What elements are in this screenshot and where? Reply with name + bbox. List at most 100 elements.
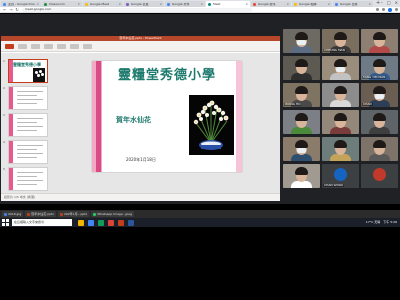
- download-filename: 2018.jpg: [8, 211, 22, 216]
- tab-close-icon[interactable]: ×: [200, 2, 203, 6]
- participant-body: [369, 127, 390, 134]
- powerpoint-window-title: 賀年水仙花.pptx - PowerPoint: [119, 36, 162, 40]
- participant-tile[interactable]: [361, 137, 398, 161]
- participant-tile[interactable]: [322, 110, 359, 134]
- tab-favicon-icon: [335, 2, 338, 6]
- thumbnail-number: 1: [3, 59, 5, 63]
- thumbnail-text-line: [17, 180, 43, 181]
- taskbar-app-icon[interactable]: [98, 219, 104, 226]
- tab-favicon-icon: [85, 2, 88, 6]
- taskbar-app-icon[interactable]: [78, 219, 84, 226]
- url-text: meet.google.com: [25, 7, 52, 11]
- slide-thumbnail[interactable]: [8, 140, 48, 164]
- shared-screen: 賀年水仙花.pptx - PowerPoint 1 靈糧堂秀德小學 2 3 4 5 靈糧堂…: [1, 36, 280, 201]
- participant-tile[interactable]: [361, 164, 398, 188]
- minimize-icon[interactable]: –: [381, 1, 383, 5]
- participant-tile[interactable]: CHAN WOOK: [322, 164, 359, 188]
- tab-title: Google 搜尋: [258, 2, 276, 6]
- file-type-icon: [27, 212, 31, 216]
- toolbar-icons: [376, 7, 398, 12]
- participant-hair: [334, 59, 347, 67]
- menu-icon[interactable]: [395, 8, 398, 11]
- close-window-icon[interactable]: ×: [395, 1, 398, 5]
- participant-name: CHAN WOOK: [323, 183, 345, 187]
- thumbnail-number: 3: [3, 113, 5, 117]
- participant-tile[interactable]: [283, 56, 320, 80]
- participant-body: [330, 154, 351, 161]
- start-icon[interactable]: [2, 219, 9, 226]
- participant-tile[interactable]: [322, 137, 359, 161]
- bookmark-icon[interactable]: [382, 8, 385, 11]
- tab-favicon-icon: [294, 2, 297, 6]
- participant-tile[interactable]: TANG YIM MAN: [361, 56, 398, 80]
- participant-tile[interactable]: [283, 137, 320, 161]
- taskbar-app-icon[interactable]: [118, 219, 124, 226]
- tab-close-icon[interactable]: ×: [245, 2, 248, 6]
- participant-hair: [295, 32, 308, 40]
- thumbnail-number: 5: [3, 167, 5, 171]
- tab-close-icon[interactable]: ×: [368, 2, 371, 6]
- participant-hair: [295, 86, 308, 94]
- tab-close-icon[interactable]: ×: [159, 2, 162, 6]
- tab-close-icon[interactable]: ×: [77, 2, 80, 6]
- participant-hair: [373, 59, 386, 67]
- participant-body: [291, 46, 312, 53]
- participant-tile[interactable]: WONG HO: [283, 83, 320, 107]
- download-item[interactable]: Whatsapp Image...jpeg: [91, 211, 135, 217]
- tab-close-icon[interactable]: ×: [118, 2, 121, 6]
- participant-tile[interactable]: [283, 110, 320, 134]
- new-tab-icon[interactable]: +: [376, 1, 380, 6]
- ribbon-tab: [31, 43, 40, 49]
- participant-body: [291, 127, 312, 134]
- slide-thumbnail-pane: 1 靈糧堂秀德小學 2 3 4 5: [3, 55, 50, 191]
- download-item[interactable]: 202年1月...pptx: [57, 211, 90, 217]
- participant-tile[interactable]: [361, 29, 398, 53]
- url-input[interactable]: meet.google.com: [22, 7, 252, 12]
- slide-thumbnail[interactable]: [8, 113, 48, 137]
- participant-name: TANG YIM MAN: [362, 75, 387, 79]
- tab-close-icon[interactable]: ×: [286, 2, 289, 6]
- participant-tile[interactable]: [322, 83, 359, 107]
- participant-hair: [295, 140, 308, 148]
- powerpoint-statusbar: 投影片 1/5 中文 (香港): [1, 193, 280, 201]
- participant-hair: [334, 32, 347, 40]
- participant-hair: [295, 113, 308, 121]
- tab-favicon-icon: [253, 2, 256, 6]
- download-item[interactable]: 2018.jpg: [2, 211, 24, 217]
- face-mask: [336, 67, 345, 72]
- letterbox-bottom: [0, 227, 400, 300]
- participant-body: [369, 46, 390, 53]
- thumbnail-decoration: [9, 141, 13, 163]
- participant-tile[interactable]: [361, 110, 398, 134]
- taskbar-search-input[interactable]: 在這裡輸入文字來搜尋: [12, 219, 72, 226]
- participant-body: [291, 154, 312, 161]
- participant-tile[interactable]: [322, 56, 359, 80]
- taskbar-app-icon[interactable]: [108, 219, 114, 226]
- tab-close-icon[interactable]: ×: [36, 2, 39, 6]
- thumbnail-text-line: [17, 145, 43, 146]
- tab-favicon-icon: [44, 2, 47, 6]
- slide-thumbnail[interactable]: 靈糧堂秀德小學: [8, 59, 48, 83]
- participant-avatar: [334, 168, 347, 181]
- tab-title: Google 相簿: [299, 2, 317, 6]
- reload-icon[interactable]: ↻: [14, 7, 20, 12]
- maximize-icon[interactable]: □: [387, 1, 391, 5]
- ribbon-tab: [83, 43, 92, 49]
- extension-icon[interactable]: [376, 8, 379, 11]
- tab-close-icon[interactable]: ×: [327, 2, 330, 6]
- taskbar-app-icon[interactable]: [88, 219, 94, 226]
- participant-tile[interactable]: CHEUNG MAN: [322, 29, 359, 53]
- thumbnail-photo: [33, 68, 45, 82]
- powerpoint-workspace: 1 靈糧堂秀德小學 2 3 4 5 靈糧堂秀德小學 賀年水仙花 2020年1月18日: [1, 53, 280, 193]
- slide-thumbnail[interactable]: [8, 86, 48, 110]
- participant-tile[interactable]: [283, 29, 320, 53]
- profile-avatar[interactable]: [388, 7, 392, 12]
- thumbnail-number: 2: [3, 86, 5, 90]
- slide-thumbnail[interactable]: [8, 167, 48, 191]
- participant-tile[interactable]: CHAN: [361, 83, 398, 107]
- thumbnail-decoration: [9, 87, 13, 109]
- download-item[interactable]: 賀年水仙花.pptx: [25, 211, 56, 217]
- taskbar-app-icon[interactable]: [128, 219, 134, 226]
- taskbar-apps: [78, 219, 134, 226]
- participant-tile[interactable]: [283, 164, 320, 188]
